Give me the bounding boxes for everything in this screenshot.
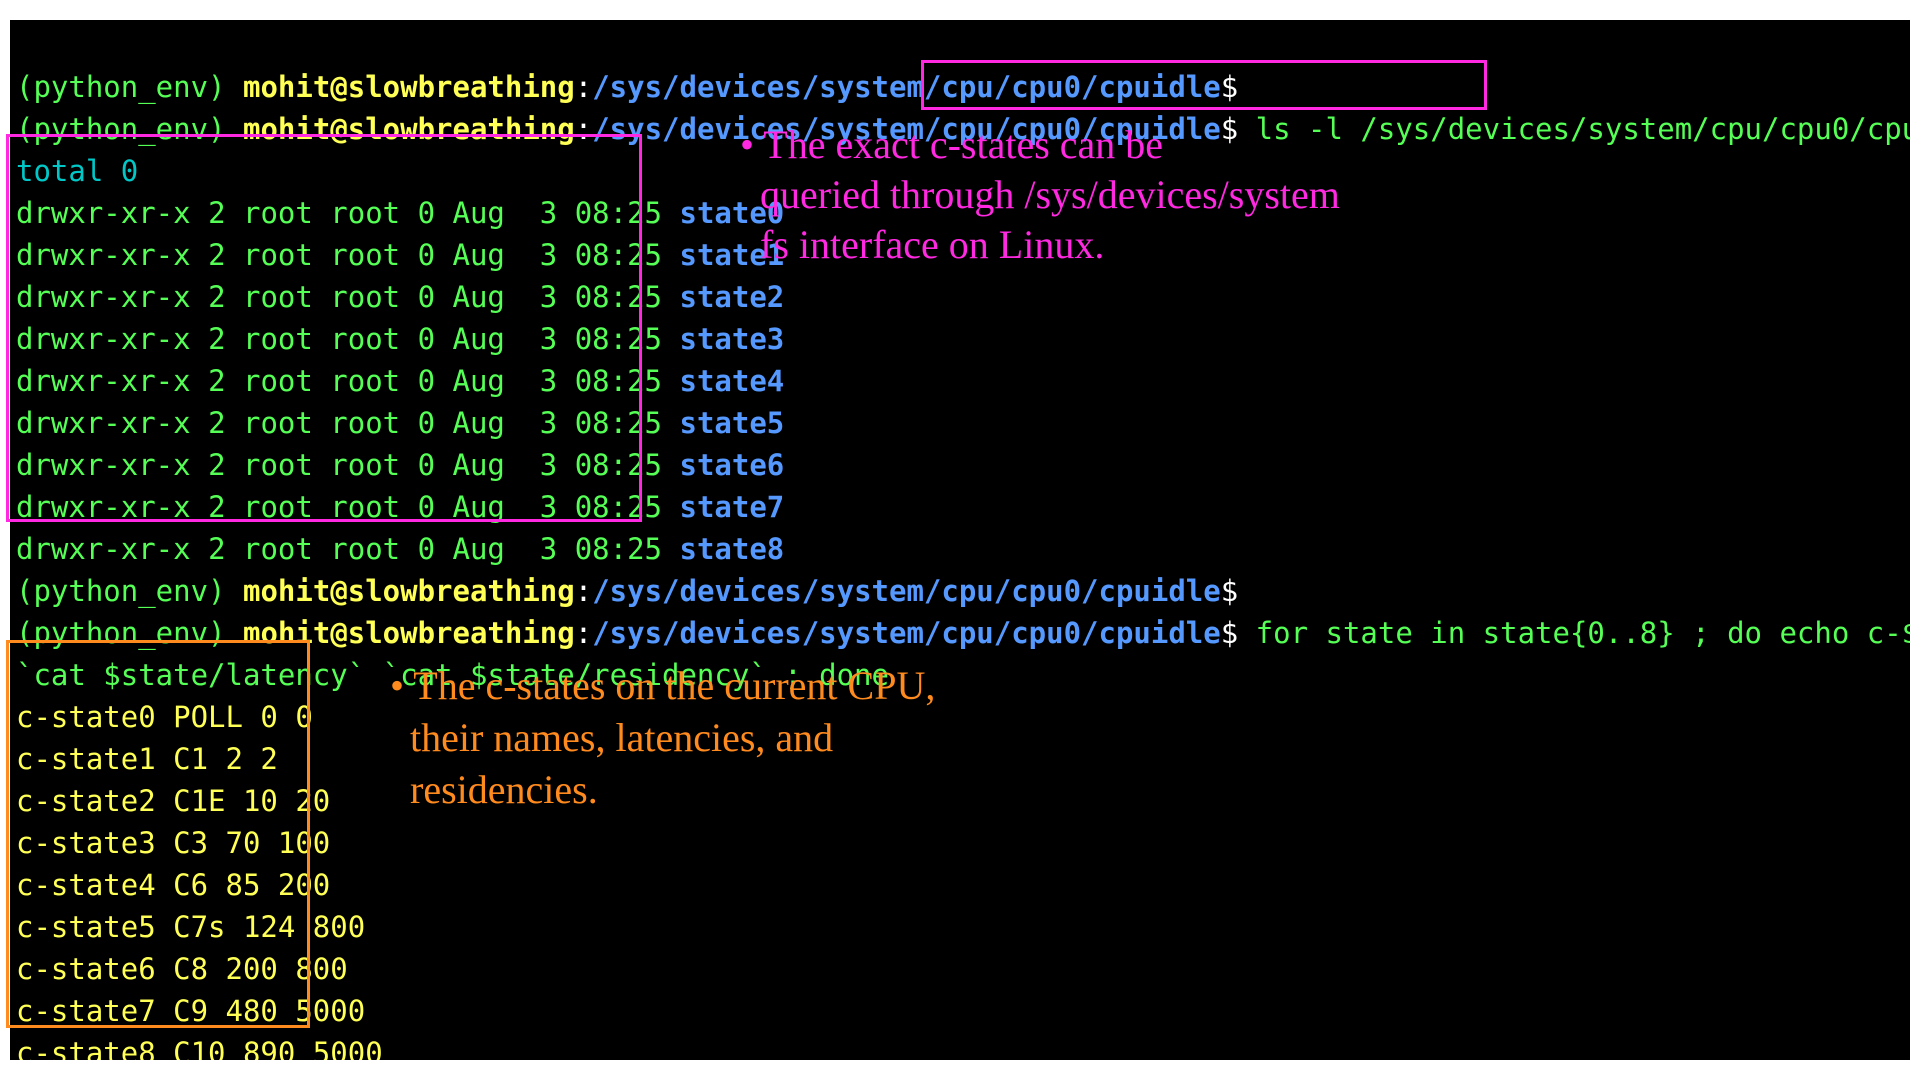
prompt-line-2: (python_env) mohit@slowbreathing:/sys/de… bbox=[16, 112, 1910, 146]
command-ls[interactable]: ls -l /sys/devices/system/cpu/cpu0/cpuid… bbox=[1256, 112, 1910, 146]
cstate-row: c-state1 C1 2 2 bbox=[16, 742, 278, 776]
dir-state1: state1 bbox=[679, 238, 784, 272]
command-for-loop-cont[interactable]: `cat $state/latency` `cat $state/residen… bbox=[16, 658, 889, 692]
ls-total: total 0 bbox=[16, 154, 138, 188]
cstate-row: c-state0 POLL 0 0 bbox=[16, 700, 313, 734]
prompt-line-1: (python_env) mohit@slowbreathing:/sys/de… bbox=[16, 70, 1256, 104]
dir-state8: state8 bbox=[679, 532, 784, 566]
cwd: /sys/devices/system/cpu/cpu0/cpuidle bbox=[592, 70, 1221, 104]
colon: : bbox=[575, 70, 592, 104]
prompt-line-3: (python_env) mohit@slowbreathing:/sys/de… bbox=[16, 574, 1256, 608]
dir-state4: state4 bbox=[679, 364, 784, 398]
ls-row: drwxr-xr-x 2 root root 0 Aug 3 08:25 sta… bbox=[16, 532, 784, 566]
cstate-row: c-state3 C3 70 100 bbox=[16, 826, 330, 860]
dir-state5: state5 bbox=[679, 406, 784, 440]
command-for-loop[interactable]: for state in state{0..8} ; do echo c-$st… bbox=[1256, 616, 1910, 650]
cstate-row: c-state7 C9 480 5000 bbox=[16, 994, 365, 1028]
dir-state0: state0 bbox=[679, 196, 784, 230]
ls-row: drwxr-xr-x 2 root root 0 Aug 3 08:25 sta… bbox=[16, 238, 784, 272]
venv: (python_env) bbox=[16, 70, 226, 104]
ls-row: drwxr-xr-x 2 root root 0 Aug 3 08:25 sta… bbox=[16, 448, 784, 482]
dir-state2: state2 bbox=[679, 280, 784, 314]
cstate-row: c-state2 C1E 10 20 bbox=[16, 784, 330, 818]
cstate-row: c-state8 C10 890 5000 bbox=[16, 1036, 383, 1060]
cstate-row: c-state6 C8 200 800 bbox=[16, 952, 348, 986]
dir-state6: state6 bbox=[679, 448, 784, 482]
terminal[interactable]: (python_env) mohit@slowbreathing:/sys/de… bbox=[10, 20, 1910, 1060]
cstate-row: c-state4 C6 85 200 bbox=[16, 868, 330, 902]
ls-row: drwxr-xr-x 2 root root 0 Aug 3 08:25 sta… bbox=[16, 322, 784, 356]
ls-row: drwxr-xr-x 2 root root 0 Aug 3 08:25 sta… bbox=[16, 280, 784, 314]
dir-state7: state7 bbox=[679, 490, 784, 524]
dollar: $ bbox=[1221, 70, 1238, 104]
ls-row: drwxr-xr-x 2 root root 0 Aug 3 08:25 sta… bbox=[16, 196, 784, 230]
prompt-line-4: (python_env) mohit@slowbreathing:/sys/de… bbox=[16, 616, 1910, 650]
cstate-row: c-state5 C7s 124 800 bbox=[16, 910, 365, 944]
ls-row: drwxr-xr-x 2 root root 0 Aug 3 08:25 sta… bbox=[16, 406, 784, 440]
ls-row: drwxr-xr-x 2 root root 0 Aug 3 08:25 sta… bbox=[16, 490, 784, 524]
dir-state3: state3 bbox=[679, 322, 784, 356]
user-host: mohit@slowbreathing bbox=[243, 70, 575, 104]
ls-row: drwxr-xr-x 2 root root 0 Aug 3 08:25 sta… bbox=[16, 364, 784, 398]
